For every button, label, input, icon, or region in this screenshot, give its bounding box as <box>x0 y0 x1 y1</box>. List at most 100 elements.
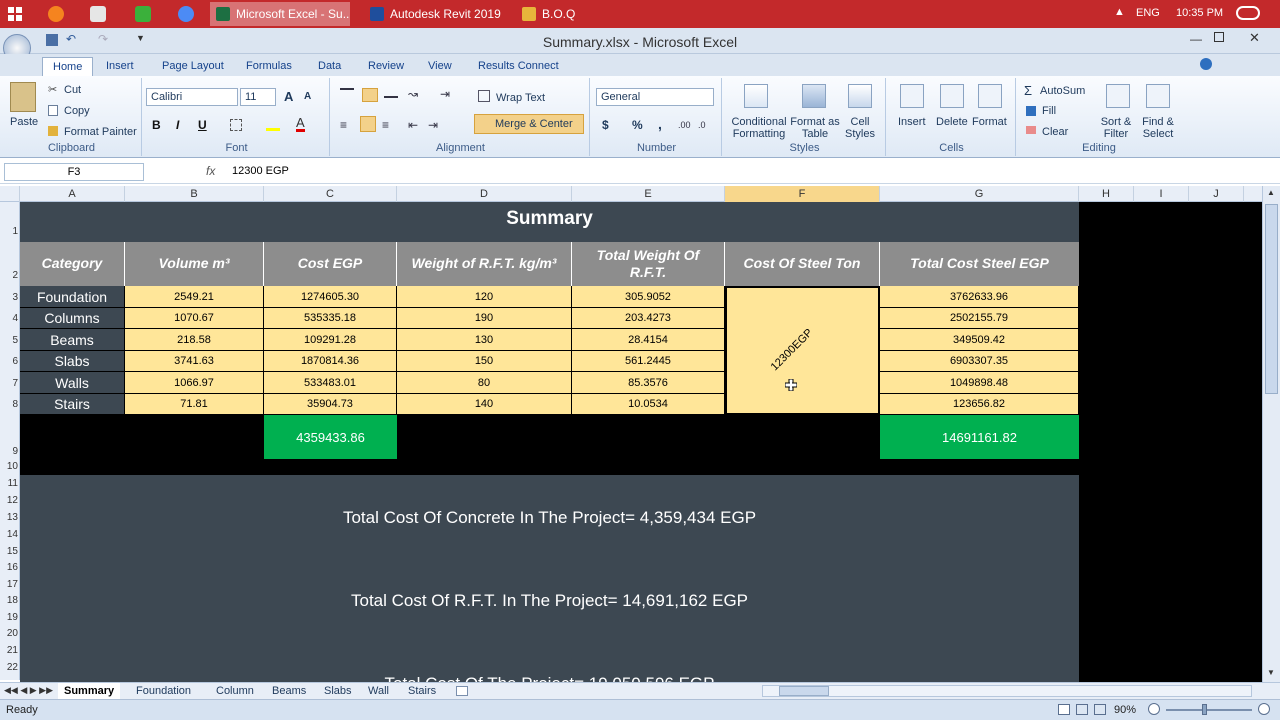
tab-home[interactable]: Home <box>42 57 94 76</box>
paste-icon[interactable] <box>10 82 36 112</box>
cell-total-steel[interactable]: 6903307.35 <box>880 351 1079 372</box>
column-header[interactable]: G <box>880 186 1079 202</box>
format-painter-icon[interactable] <box>48 126 58 136</box>
comma-button[interactable]: , <box>658 116 662 132</box>
copy-icon[interactable] <box>48 105 58 116</box>
format-as-table-button[interactable]: Format as Table <box>790 116 840 140</box>
delete-cells-icon[interactable] <box>940 84 964 108</box>
firefox-icon[interactable] <box>48 6 64 22</box>
clear-button[interactable]: Clear <box>1042 126 1068 138</box>
name-box[interactable]: F3 <box>4 163 144 181</box>
clear-icon[interactable] <box>1026 126 1036 134</box>
total-steel-cost-cell[interactable]: 14691161.82 <box>880 415 1079 459</box>
cell-volume[interactable]: 1066.97 <box>125 372 264 394</box>
total-cost-cell[interactable]: 4359433.86 <box>264 415 397 459</box>
cell-total-steel[interactable]: 3762633.96 <box>880 286 1079 308</box>
header-cost[interactable]: Cost EGP <box>264 242 397 286</box>
row-header[interactable]: 14 <box>0 529 20 540</box>
format-as-table-icon[interactable] <box>802 84 826 108</box>
cell-styles-icon[interactable] <box>848 84 872 108</box>
taskbar-app-excel[interactable]: Microsoft Excel - Su... <box>210 2 350 26</box>
help-icon[interactable] <box>1200 58 1212 70</box>
cell-category[interactable]: Stairs <box>20 394 125 415</box>
middle-align-icon[interactable] <box>362 88 378 102</box>
cell-volume[interactable]: 3741.63 <box>125 351 264 372</box>
zoom-slider[interactable] <box>1166 709 1252 711</box>
top-align-icon[interactable] <box>340 88 354 98</box>
language-indicator[interactable]: ENG <box>1136 7 1160 19</box>
select-all-corner[interactable] <box>0 186 20 202</box>
fill-button[interactable]: Fill <box>1042 105 1056 117</box>
cell-weight[interactable]: 120 <box>397 286 572 308</box>
notification-icon[interactable] <box>1236 6 1260 20</box>
italic-button[interactable]: I <box>176 118 179 132</box>
row-header[interactable]: 7 <box>0 378 20 389</box>
percent-button[interactable]: % <box>632 118 643 132</box>
row-header[interactable]: 9 <box>0 446 20 457</box>
row-header[interactable]: 2 <box>0 270 20 281</box>
row-header[interactable]: 15 <box>0 546 20 557</box>
cell-total-steel[interactable]: 1049898.48 <box>880 372 1079 394</box>
row-header[interactable]: 4 <box>0 313 20 324</box>
font-color-icon[interactable]: A <box>296 116 305 132</box>
row-header[interactable]: 12 <box>0 495 20 506</box>
cell-volume[interactable]: 2549.21 <box>125 286 264 308</box>
normal-view-icon[interactable] <box>1058 704 1070 715</box>
header-volume[interactable]: Volume m³ <box>125 242 264 286</box>
file-icon[interactable] <box>90 6 106 22</box>
formula-input[interactable]: 12300 EGP <box>232 165 289 177</box>
wrap-text-icon[interactable] <box>478 90 490 102</box>
cell-total-weight[interactable]: 28.4154 <box>572 329 725 351</box>
row-header[interactable]: 13 <box>0 512 20 523</box>
sheet-tab-stairs[interactable]: Stairs <box>402 683 442 700</box>
column-header[interactable]: E <box>572 186 725 202</box>
increase-indent-icon[interactable]: ⇥ <box>428 118 438 132</box>
insert-cells-icon[interactable] <box>900 84 924 108</box>
scroll-up-icon[interactable]: ▲ <box>1267 188 1275 197</box>
row-header[interactable]: 8 <box>0 399 20 410</box>
header-steel-ton-cost[interactable]: Cost Of Steel Ton <box>725 242 880 286</box>
decrease-decimal-icon[interactable]: .0 <box>698 120 706 130</box>
sheet-tab-summary[interactable]: Summary <box>58 683 121 700</box>
cell-weight[interactable]: 80 <box>397 372 572 394</box>
cell-category[interactable]: Slabs <box>20 351 125 372</box>
column-header[interactable]: B <box>125 186 264 202</box>
cell-weight[interactable]: 150 <box>397 351 572 372</box>
row-header[interactable]: 16 <box>0 562 20 573</box>
fill-icon[interactable] <box>1026 106 1036 116</box>
row-header[interactable]: 11 <box>0 478 20 489</box>
sheet-tab-column[interactable]: Column <box>210 683 260 700</box>
scroll-thumb[interactable] <box>1265 204 1278 394</box>
number-format-select[interactable]: General <box>596 88 714 106</box>
autosum-icon[interactable]: Σ <box>1024 83 1032 98</box>
zoom-level[interactable]: 90% <box>1114 704 1136 716</box>
wrap-text-button[interactable]: Wrap Text <box>496 92 545 104</box>
column-header[interactable]: H <box>1079 186 1134 202</box>
cell-total-steel[interactable]: 2502155.79 <box>880 308 1079 329</box>
column-header[interactable]: I <box>1134 186 1189 202</box>
hscroll-thumb[interactable] <box>779 686 829 696</box>
minimize-window-icon[interactable]: — <box>1190 32 1202 46</box>
cut-icon[interactable]: ✂ <box>48 83 57 96</box>
cell-total-weight[interactable]: 10.0534 <box>572 394 725 415</box>
row-header[interactable]: 19 <box>0 612 20 623</box>
sort-filter-icon[interactable] <box>1106 84 1130 108</box>
header-category[interactable]: Category <box>20 242 125 286</box>
decrease-indent-icon[interactable]: ⇤ <box>408 118 418 132</box>
row-header[interactable]: 18 <box>0 595 20 606</box>
conditional-formatting-button[interactable]: Conditional Formatting <box>726 116 792 140</box>
insert-cells-button[interactable]: Insert <box>898 116 926 128</box>
clock[interactable]: 10:35 PM <box>1176 7 1223 19</box>
sheet-tab-foundation[interactable]: Foundation <box>130 683 197 700</box>
restore-window-icon[interactable] <box>1214 32 1224 42</box>
header-total-steel-cost[interactable]: Total Cost Steel EGP <box>880 242 1079 286</box>
sheet-tab-beams[interactable]: Beams <box>266 683 312 700</box>
cell-volume[interactable]: 71.81 <box>125 394 264 415</box>
underline-button[interactable]: U <box>198 118 207 132</box>
cell-total-weight[interactable]: 561.2445 <box>572 351 725 372</box>
format-painter-button[interactable]: Format Painter <box>64 126 137 138</box>
currency-button[interactable]: $ <box>602 118 609 132</box>
tab-data[interactable]: Data <box>308 57 351 76</box>
column-header[interactable]: J <box>1189 186 1244 202</box>
row-header[interactable]: 3 <box>0 292 20 303</box>
